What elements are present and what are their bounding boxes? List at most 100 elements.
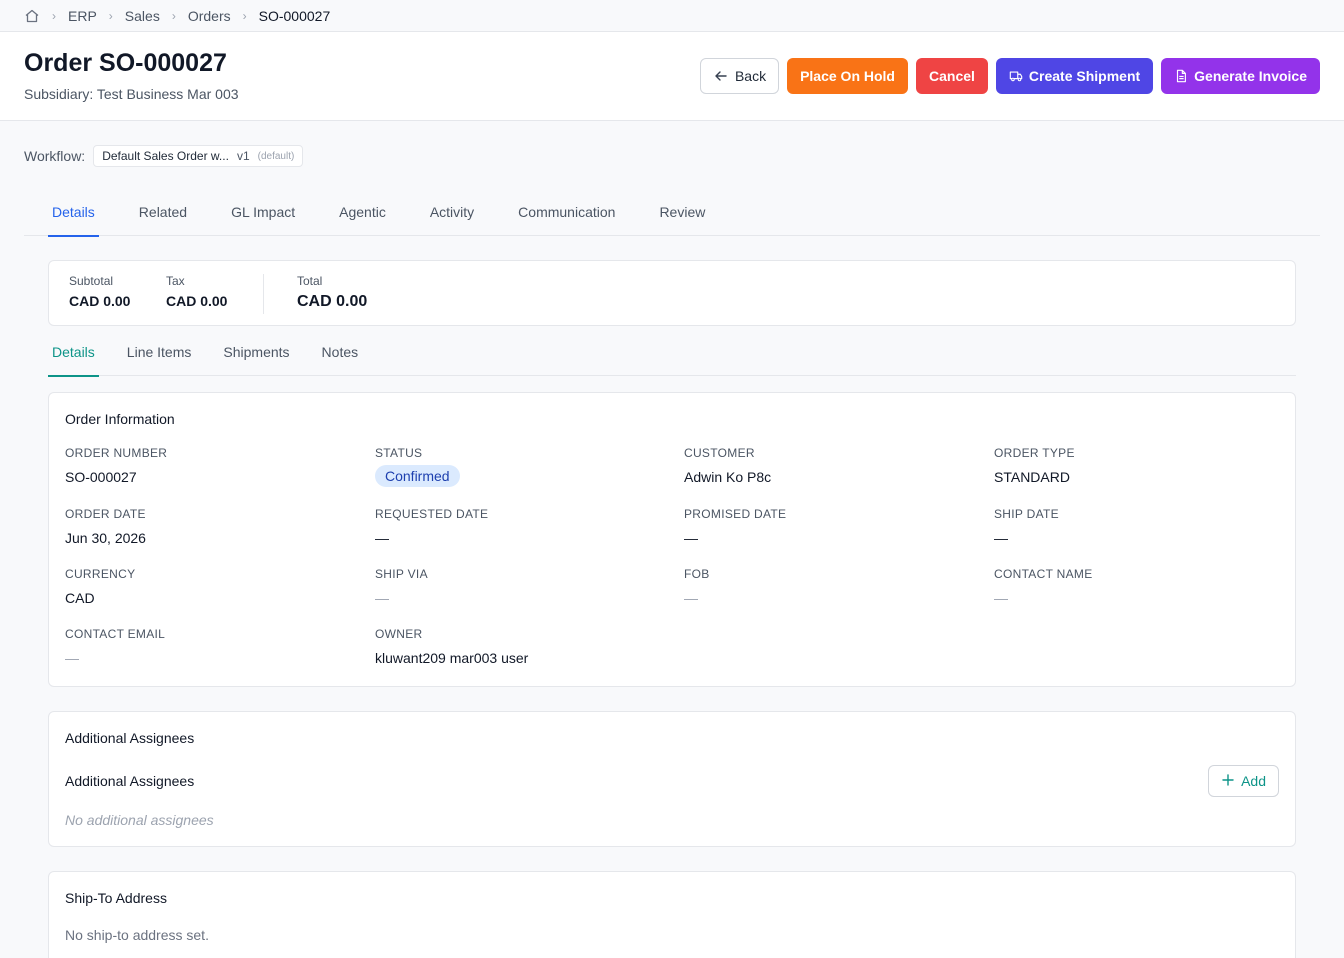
field-contact-name: CONTACT NAME — — [994, 567, 1294, 606]
back-button[interactable]: Back — [699, 58, 780, 94]
field-order-date: ORDER DATE Jun 30, 2026 — [65, 507, 365, 546]
order-information-card: Order Information ORDER NUMBER SO-000027… — [48, 392, 1296, 687]
breadcrumb: › ERP › Sales › Orders › SO-000027 — [0, 0, 1344, 32]
tax-value: CAD 0.00 — [166, 293, 228, 309]
field-value: — — [65, 650, 79, 666]
field-label: OWNER — [375, 627, 423, 641]
arrow-left-icon — [713, 68, 729, 84]
field-label: REQUESTED DATE — [375, 507, 489, 521]
subtab-shipments[interactable]: Shipments — [219, 328, 293, 376]
page-header: Order SO-000027 Subsidiary: Test Busines… — [0, 32, 1344, 121]
chevron-right-icon: › — [242, 8, 247, 23]
tax-label: Tax — [166, 274, 185, 288]
field-label: ORDER TYPE — [994, 446, 1075, 460]
page-subtitle: Subsidiary: Test Business Mar 003 — [24, 86, 239, 102]
chevron-right-icon: › — [52, 8, 56, 23]
field-label: STATUS — [375, 446, 423, 460]
breadcrumb-sales[interactable]: Sales — [125, 8, 160, 24]
add-assignee-button[interactable]: Add — [1208, 765, 1279, 797]
workflow-label: Workflow: — [24, 148, 86, 164]
field-value: CAD — [65, 590, 95, 606]
field-label: FOB — [684, 567, 710, 581]
total-value: CAD 0.00 — [297, 293, 368, 310]
tax-block: Tax CAD 0.00 — [166, 274, 227, 309]
add-label: Add — [1241, 773, 1266, 789]
create-shipment-label: Create Shipment — [1028, 68, 1141, 84]
field-fob: FOB — — [684, 567, 984, 606]
detail-sub-tabs: Details Line Items Shipments Notes — [48, 328, 1296, 377]
generate-invoice-label: Generate Invoice — [1194, 68, 1307, 84]
field-owner: OWNER kluwant209 mar003 user — [375, 627, 675, 666]
create-shipment-button[interactable]: Create Shipment — [995, 58, 1154, 94]
tab-agentic[interactable]: Agentic — [335, 188, 390, 236]
workflow-default-tag: (default) — [257, 150, 295, 162]
page-title: Order SO-000027 — [24, 49, 227, 77]
tab-activity[interactable]: Activity — [426, 188, 478, 236]
field-ship-date: SHIP DATE — — [994, 507, 1294, 546]
field-label: SHIP VIA — [375, 567, 428, 581]
field-value: STANDARD — [994, 469, 1070, 485]
ship-to-address-card: Ship-To Address No ship-to address set. — [48, 871, 1296, 958]
breadcrumb-orders[interactable]: Orders — [188, 8, 231, 24]
breadcrumb-erp[interactable]: ERP — [68, 8, 97, 24]
subtotal-value: CAD 0.00 — [69, 293, 131, 309]
field-label: ORDER DATE — [65, 507, 146, 521]
field-order-number: ORDER NUMBER SO-000027 — [65, 446, 365, 485]
additional-assignees-card: Additional Assignees Additional Assignee… — [48, 711, 1296, 847]
back-label: Back — [734, 68, 767, 84]
subtab-line-items[interactable]: Line Items — [123, 328, 196, 376]
breadcrumb-current: SO-000027 — [258, 7, 331, 24]
additional-assignees-title: Additional Assignees — [65, 730, 195, 746]
generate-invoice-button[interactable]: Generate Invoice — [1161, 58, 1320, 94]
subtotal-label: Subtotal — [69, 274, 114, 288]
field-value: kluwant209 mar003 user — [375, 650, 529, 666]
place-on-hold-button[interactable]: Place On Hold — [787, 58, 908, 94]
workflow-name: Default Sales Order w... — [102, 149, 229, 163]
field-requested-date: REQUESTED DATE — — [375, 507, 675, 546]
totals-summary: Subtotal CAD 0.00 Tax CAD 0.00 Total CAD… — [48, 260, 1296, 326]
field-order-type: ORDER TYPE STANDARD — [994, 446, 1294, 485]
field-label: CURRENCY — [65, 567, 136, 581]
field-promised-date: PROMISED DATE — — [684, 507, 984, 546]
header-actions: Back Place On Hold Cancel Create Shipmen… — [699, 58, 1320, 94]
chevron-right-icon: › — [171, 8, 176, 23]
field-value: — — [375, 590, 389, 606]
field-status: STATUS Confirmed — [375, 446, 675, 487]
subtab-notes[interactable]: Notes — [318, 328, 363, 376]
field-ship-via: SHIP VIA — — [375, 567, 675, 606]
field-currency: CURRENCY CAD — [65, 567, 365, 606]
main-tabs: Details Related GL Impact Agentic Activi… — [24, 188, 1320, 237]
file-text-icon — [1174, 69, 1188, 83]
total-block: Total CAD 0.00 — [297, 274, 367, 311]
plus-icon — [1221, 773, 1235, 790]
subtotal-block: Subtotal CAD 0.00 — [69, 274, 130, 309]
totals-divider — [263, 274, 264, 314]
tab-review[interactable]: Review — [655, 188, 709, 236]
tab-details[interactable]: Details — [48, 188, 99, 237]
field-value: — — [375, 530, 389, 546]
field-label: CONTACT NAME — [994, 567, 1093, 581]
ship-to-title: Ship-To Address — [65, 890, 167, 906]
workflow-row: Workflow: Default Sales Order w... v1 (d… — [24, 145, 304, 167]
field-label: ORDER NUMBER — [65, 446, 168, 460]
tab-related[interactable]: Related — [135, 188, 191, 236]
assignees-empty-state: No additional assignees — [65, 812, 214, 828]
workflow-version: v1 — [236, 149, 250, 163]
field-customer: CUSTOMER Adwin Ko P8c — [684, 446, 984, 485]
truck-icon — [1009, 69, 1023, 83]
subtab-details[interactable]: Details — [48, 328, 99, 377]
field-value: — — [684, 530, 698, 546]
field-value: — — [994, 590, 1008, 606]
field-contact-email: CONTACT EMAIL — — [65, 627, 365, 666]
ship-to-empty-state: No ship-to address set. — [65, 927, 209, 943]
cancel-button[interactable]: Cancel — [916, 58, 988, 94]
tab-communication[interactable]: Communication — [514, 188, 619, 236]
total-label: Total — [297, 274, 323, 288]
field-label: CUSTOMER — [684, 446, 755, 460]
chevron-right-icon: › — [108, 8, 113, 23]
tab-gl-impact[interactable]: GL Impact — [227, 188, 299, 236]
field-value: SO-000027 — [65, 469, 137, 485]
field-value: — — [684, 590, 698, 606]
home-icon[interactable] — [24, 8, 40, 24]
workflow-chip[interactable]: Default Sales Order w... v1 (default) — [93, 145, 304, 167]
